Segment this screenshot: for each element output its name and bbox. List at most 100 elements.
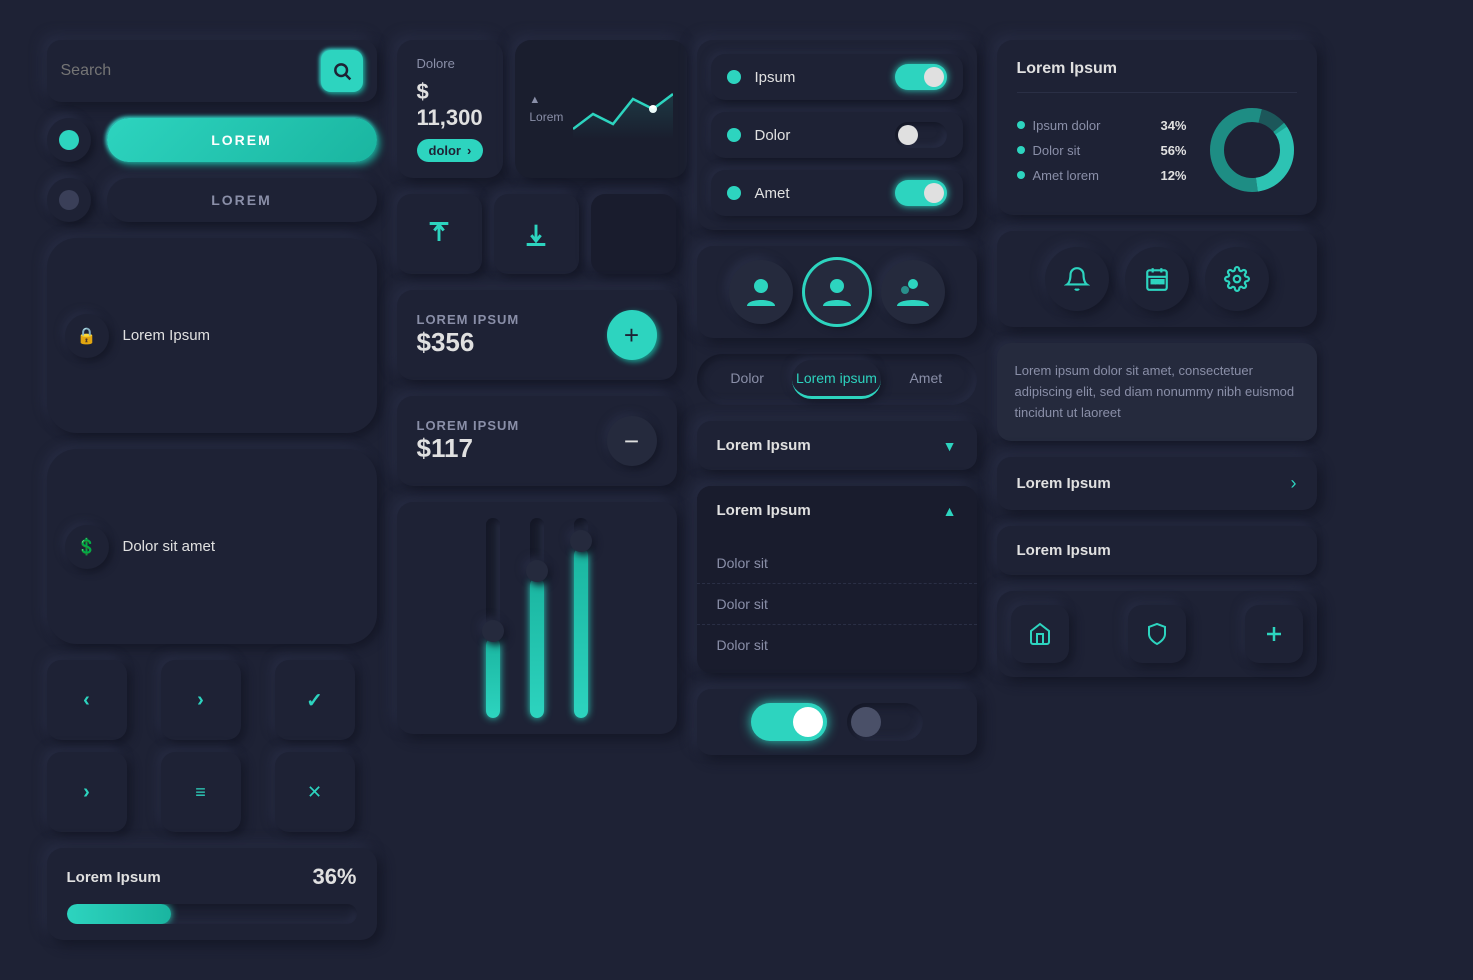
progress-bar-fill [67, 904, 171, 924]
donut-chart-svg [1207, 105, 1297, 195]
avatar-3[interactable] [881, 260, 945, 324]
tab-dolor[interactable]: Dolor [703, 360, 792, 399]
nav-item-plain[interactable]: Lorem Ipsum [997, 526, 1317, 575]
notification-button[interactable] [1045, 247, 1109, 311]
nav-item-label-2: Lorem Ipsum [1017, 542, 1111, 559]
upload-button[interactable] [397, 194, 482, 274]
dropdown-item-3[interactable]: Dolor sit [697, 625, 977, 665]
slider-2-thumb[interactable] [526, 560, 548, 582]
slider-2-fill [530, 578, 544, 718]
legend-dot-2 [1017, 146, 1025, 154]
legend-pct-3: 12% [1160, 168, 1186, 183]
check-icon[interactable]: ✓ [275, 660, 355, 740]
stat-badge-label: dolor [429, 143, 462, 158]
download-button[interactable] [494, 194, 579, 274]
slider-3-track[interactable] [574, 518, 588, 718]
counter-minus-button[interactable]: − [607, 416, 657, 466]
toggle-item-label-3: Amet [755, 185, 881, 202]
nav-item-label-1: Lorem Ipsum [1017, 475, 1111, 492]
toggle-circle-1[interactable] [47, 118, 91, 162]
right-arrow-icon[interactable]: › [161, 660, 241, 740]
legend-dot-3 [1017, 171, 1025, 179]
toggle-switch-1[interactable] [895, 64, 947, 90]
dropdown-item-1[interactable]: Dolor sit [697, 543, 977, 584]
lock-icon: 🔒 [65, 314, 109, 358]
avatar-1[interactable] [729, 260, 793, 324]
dropdown-item-2[interactable]: Dolor sit [697, 584, 977, 625]
stat-badge-arrow: › [467, 143, 471, 158]
stat-badge[interactable]: dolor › [417, 139, 484, 162]
dropdown-arrow-down: ▼ [943, 438, 957, 454]
large-toggle-knob-off [851, 707, 881, 737]
chevron-right-icon[interactable]: › [47, 752, 127, 832]
home-nav-button[interactable] [1011, 605, 1069, 663]
chart-header: ▲ Lorem [529, 94, 563, 124]
item-dot-3 [727, 186, 741, 200]
column-1: LOREM LOREM 🔒 Lorem Ipsum 💲 Dolor sit am… [47, 40, 377, 940]
action-buttons-row [397, 194, 677, 274]
lock-label: Lorem Ipsum [123, 327, 211, 344]
toggle-item-label-1: Ipsum [755, 69, 881, 86]
tab-amet[interactable]: Amet [881, 360, 970, 399]
counter-card-1: LOREM IPSUM $356 + [397, 290, 677, 380]
dollar-button[interactable]: 💲 Dolor sit amet [47, 449, 377, 644]
avatar-panel [697, 246, 977, 338]
secondary-button[interactable]: LOREM [107, 178, 377, 222]
dropdown-closed-label: Lorem Ipsum [717, 437, 811, 454]
toggle-knob-1 [924, 67, 944, 87]
toggle-switch-2[interactable] [895, 122, 947, 148]
counter-plus-button[interactable]: + [607, 310, 657, 360]
counter-label-2: LOREM IPSUM [417, 418, 520, 433]
menu-icon[interactable]: ≡ [161, 752, 241, 832]
legend-pct-1: 34% [1160, 118, 1186, 133]
dropdown-items: Dolor sit Dolor sit Dolor sit [697, 535, 977, 673]
large-toggle-off[interactable] [847, 703, 923, 741]
toggle-circle-2[interactable] [47, 178, 91, 222]
donut-title: Lorem Ipsum [1017, 60, 1297, 78]
counter-value-1: $356 [417, 327, 520, 358]
large-toggle-on[interactable] [751, 703, 827, 741]
shield-nav-button[interactable] [1128, 605, 1186, 663]
toggle-secondary-row: LOREM [47, 178, 377, 222]
settings-button[interactable] [1205, 247, 1269, 311]
stat-card: Dolore $ 11,300 dolor › [397, 40, 504, 178]
slider-3-thumb[interactable] [570, 530, 592, 552]
legend-item-1: Ipsum dolor 34% [1017, 118, 1187, 133]
slider-2-track[interactable] [530, 518, 544, 718]
toggle-item-3: Amet [711, 170, 963, 216]
dropdown-closed: Lorem Ipsum ▼ [697, 421, 977, 470]
slider-1-track[interactable] [486, 518, 500, 718]
slider-2-container [530, 518, 544, 718]
dropdown-closed-header[interactable]: Lorem Ipsum ▼ [697, 421, 977, 470]
slider-1-thumb[interactable] [482, 620, 504, 642]
progress-title: Lorem Ipsum [67, 869, 161, 886]
tab-lorem-ipsum[interactable]: Lorem ipsum [792, 360, 881, 399]
bottom-nav [997, 591, 1317, 677]
calendar-button[interactable] [1125, 247, 1189, 311]
toggle-knob-2 [898, 125, 918, 145]
slider-1-container [486, 518, 500, 718]
search-input[interactable] [61, 62, 321, 80]
toggle-primary-row: LOREM [47, 118, 377, 162]
primary-button[interactable]: LOREM [107, 118, 377, 162]
slider-3-container [574, 518, 588, 718]
lock-button[interactable]: 🔒 Lorem Ipsum [47, 238, 377, 433]
legend-label-2: Dolor sit [1033, 143, 1081, 158]
left-arrow-icon[interactable]: ‹ [47, 660, 127, 740]
chart-icon: ▲ [529, 94, 563, 106]
legend-label-1: Ipsum dolor [1033, 118, 1101, 133]
nav-item-arrow-icon: › [1291, 473, 1297, 494]
slider-1-fill [486, 638, 500, 718]
counter-label-1: LOREM IPSUM [417, 312, 520, 327]
dropdown-open-header[interactable]: Lorem Ipsum ▲ [697, 486, 977, 535]
progress-card: Lorem Ipsum 36% [47, 848, 377, 940]
search-button[interactable] [321, 50, 363, 92]
nav-item-arrow[interactable]: Lorem Ipsum › [997, 457, 1317, 510]
close-icon[interactable]: ✕ [275, 752, 355, 832]
toggle-switch-3[interactable] [895, 180, 947, 206]
add-nav-button[interactable] [1245, 605, 1303, 663]
progress-bar-background [67, 904, 357, 924]
counter-value-2: $117 [417, 433, 520, 464]
tabs-panel: Dolor Lorem ipsum Amet [697, 354, 977, 405]
avatar-2[interactable] [805, 260, 869, 324]
